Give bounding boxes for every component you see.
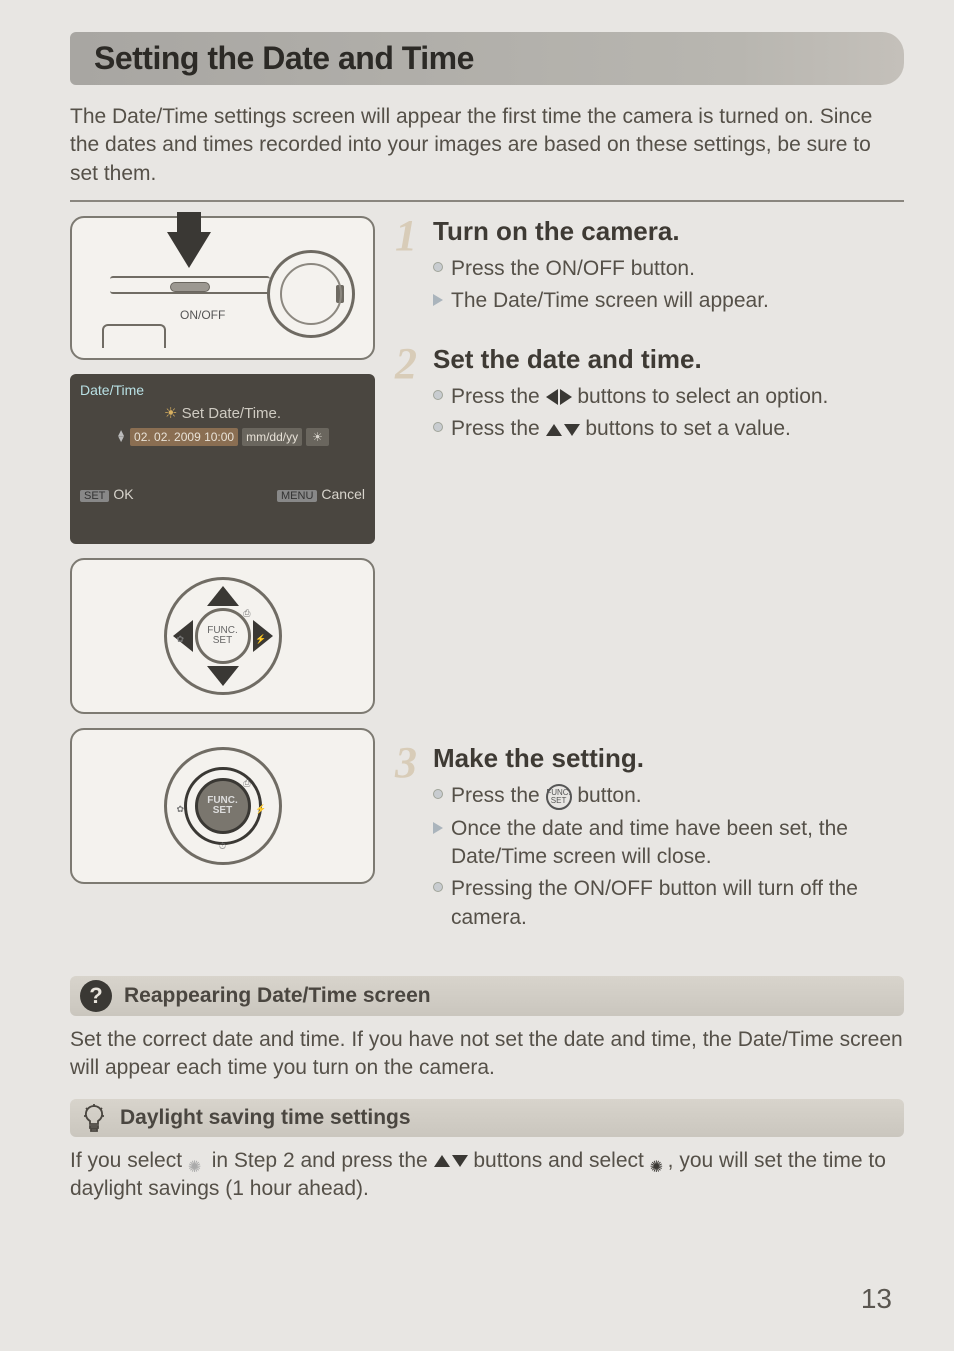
screen-date-row: ▲▼ 02. 02. 2009 10:00 mm/dd/yy ☀ xyxy=(80,428,365,446)
divider xyxy=(70,200,904,202)
intro-paragraph: The Date/Time settings screen will appea… xyxy=(70,103,904,188)
callout-title: Daylight saving time settings xyxy=(120,1106,411,1130)
step-2: 2 Set the date and time. Press the butto… xyxy=(399,344,904,444)
dpad-icon: FUNC.SET ⎙ ✿ ⚡ xyxy=(164,577,282,695)
step-number: 3 xyxy=(395,737,417,788)
dpad-up-icon xyxy=(207,586,239,606)
screen-subtitle: ☀ Set Date/Time. xyxy=(80,404,365,422)
figure-dpad-arrows: FUNC.SET ⎙ ✿ ⚡ xyxy=(70,558,375,714)
screen-title: Date/Time xyxy=(80,382,365,398)
up-arrow-icon xyxy=(546,424,562,436)
arrow-bullet-icon xyxy=(433,294,443,306)
step-1: 1 Turn on the camera. Press the ON/OFF b… xyxy=(399,216,904,316)
dot-bullet-icon xyxy=(433,789,443,799)
dot-bullet-icon xyxy=(433,390,443,400)
lightbulb-icon xyxy=(80,1103,108,1133)
dot-bullet-icon xyxy=(433,262,443,272)
steps-text-column: 1 Turn on the camera. Press the ON/OFF b… xyxy=(399,216,904,960)
figure-camera-power: ON/OFF xyxy=(70,216,375,360)
dpad-icon: FUNC.SET ⎙ ✿ ⚡ ⏱ xyxy=(164,747,282,865)
steps-layout: ON/OFF Date/Time ☀ Set Date/Time. ▲▼ 02.… xyxy=(70,216,904,960)
dot-bullet-icon xyxy=(433,422,443,432)
bullet: Once the date and time have been set, th… xyxy=(433,815,904,872)
power-arrow-icon xyxy=(167,232,211,268)
step-heading: Turn on the camera. xyxy=(433,216,904,247)
step-number: 2 xyxy=(395,338,417,389)
callout-body: Set the correct date and time. If you ha… xyxy=(70,1026,904,1083)
bullet: Pressing the ON/OFF button will turn off… xyxy=(433,875,904,932)
dot-bullet-icon xyxy=(433,882,443,892)
step-number: 1 xyxy=(395,210,417,261)
sun-on-icon xyxy=(650,1152,668,1170)
bullet: The Date/Time screen will appear. xyxy=(433,287,904,315)
camera-foot xyxy=(102,324,166,348)
dst-toggle-icon: ☀ xyxy=(306,428,329,446)
down-arrow-icon xyxy=(564,424,580,436)
step-3: 3 Make the setting. Press the FUNC.SET b… xyxy=(399,743,904,932)
step-heading: Make the setting. xyxy=(433,743,904,774)
bullet: Press the buttons to set a value. xyxy=(433,415,904,443)
bullet: Press the ON/OFF button. xyxy=(433,255,904,283)
step-heading: Set the date and time. xyxy=(433,344,904,375)
arrow-bullet-icon xyxy=(433,822,443,834)
right-arrow-icon xyxy=(560,389,572,405)
camera-lens-icon xyxy=(267,250,355,338)
section-title-bar: Setting the Date and Time xyxy=(70,32,904,85)
callout-reappearing: ? Reappearing Date/Time screen xyxy=(70,976,904,1016)
figure-dpad-funcset: FUNC.SET ⎙ ✿ ⚡ ⏱ xyxy=(70,728,375,884)
figures-column: ON/OFF Date/Time ☀ Set Date/Time. ▲▼ 02.… xyxy=(70,216,375,960)
callout-title: Reappearing Date/Time screen xyxy=(124,984,431,1008)
sun-off-icon xyxy=(188,1152,206,1170)
callout-dst: Daylight saving time settings xyxy=(70,1099,904,1137)
callout-body: If you select in Step 2 and press the bu… xyxy=(70,1147,904,1204)
question-icon: ? xyxy=(80,980,112,1012)
bullet: Press the buttons to select an option. xyxy=(433,383,904,411)
onoff-label: ON/OFF xyxy=(180,308,225,322)
cancel-control: MENUCancel xyxy=(277,486,365,502)
format-field: mm/dd/yy xyxy=(242,428,302,446)
down-arrow-icon xyxy=(452,1155,468,1167)
page-number: 13 xyxy=(861,1283,892,1315)
date-field: 02. 02. 2009 10:00 xyxy=(130,428,238,446)
func-set-pressed-icon: FUNC.SET xyxy=(195,778,251,834)
camera-top-slot xyxy=(110,276,270,294)
section-title: Setting the Date and Time xyxy=(94,40,880,77)
up-arrow-icon xyxy=(434,1155,450,1167)
bullet: Press the FUNC.SET button. xyxy=(433,782,904,810)
func-set-icon: FUNC.SET xyxy=(195,608,251,664)
func-set-button-icon: FUNC.SET xyxy=(546,784,572,810)
dpad-down-icon xyxy=(207,666,239,686)
figure-datetime-screen: Date/Time ☀ Set Date/Time. ▲▼ 02. 02. 20… xyxy=(70,374,375,544)
left-arrow-icon xyxy=(546,389,558,405)
ok-control: SETOK xyxy=(80,486,134,502)
